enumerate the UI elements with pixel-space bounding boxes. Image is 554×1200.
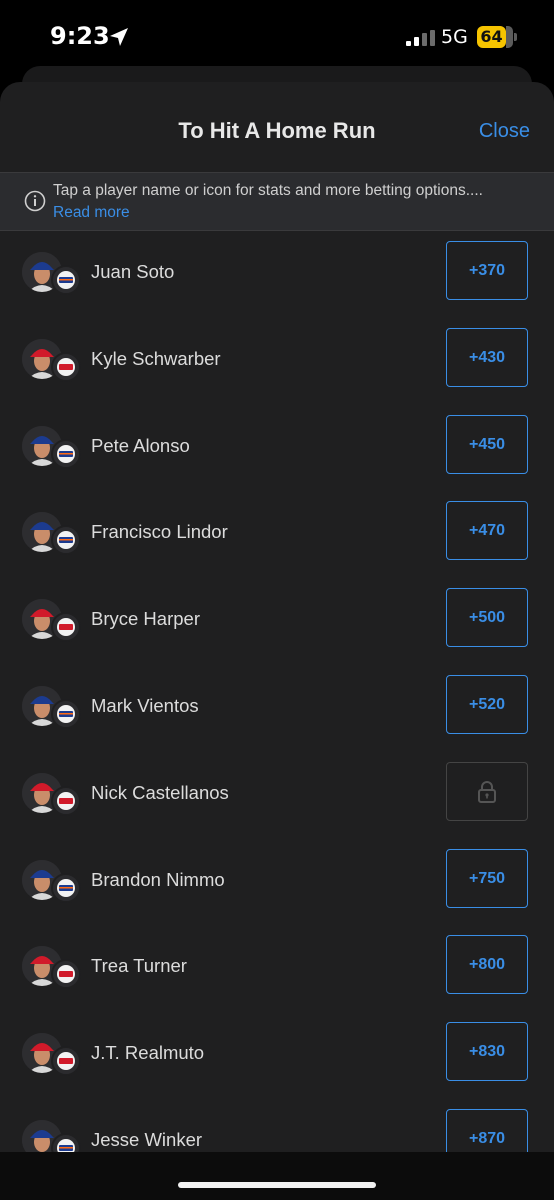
bottom-sheet: To Hit A Home Run Close Tap a player nam… <box>0 82 554 1200</box>
player-row: Pete Alonso +450 <box>0 405 554 492</box>
info-icon <box>24 190 46 212</box>
battery-level: 64 <box>477 26 506 48</box>
odds-button-locked <box>446 761 528 821</box>
team-logo-icon <box>51 525 81 556</box>
odds-button[interactable]: +370 <box>446 241 528 300</box>
player-name[interactable]: Bryce Harper <box>91 608 200 630</box>
sheet-header: To Hit A Home Run Close <box>0 82 554 172</box>
player-row: Trea Turner +800 <box>0 925 554 1012</box>
odds-button[interactable]: +520 <box>446 674 528 734</box>
player-name[interactable]: Mark Vientos <box>91 695 199 717</box>
player-name[interactable]: Juan Soto <box>91 261 174 283</box>
team-logo-icon <box>51 872 81 903</box>
player-avatar[interactable] <box>22 1033 81 1077</box>
team-logo-icon <box>51 959 81 990</box>
player-name[interactable]: Jesse Winker <box>91 1129 202 1151</box>
odds-button[interactable]: +450 <box>446 414 528 474</box>
player-avatar[interactable] <box>22 252 81 296</box>
read-more-link[interactable]: Read more <box>53 204 130 222</box>
odds-button[interactable]: +500 <box>446 588 528 648</box>
player-row: Francisco Lindor +470 <box>0 491 554 578</box>
player-avatar[interactable] <box>22 338 81 383</box>
player-avatar[interactable] <box>22 772 81 817</box>
close-button[interactable]: Close <box>479 120 530 143</box>
info-banner: Tap a player name or icon for stats and … <box>0 172 554 231</box>
home-indicator-area <box>0 1152 554 1200</box>
info-text: Tap a player name or icon for stats and … <box>53 182 483 199</box>
sheet-title: To Hit A Home Run <box>178 118 376 143</box>
player-row: Mark Vientos +520 <box>0 665 554 752</box>
player-name[interactable]: Pete Alonso <box>91 435 190 457</box>
player-avatar[interactable] <box>22 859 81 904</box>
player-row: Nick Castellanos <box>0 752 554 839</box>
location-arrow-icon <box>110 28 128 46</box>
team-logo-icon <box>51 1046 81 1077</box>
player-name[interactable]: Nick Castellanos <box>91 782 229 804</box>
team-logo-icon <box>51 351 81 382</box>
player-row: Brandon Nimmo +750 <box>0 839 554 926</box>
player-avatar[interactable] <box>22 946 81 990</box>
battery-icon: 64 <box>477 26 517 48</box>
status-bar: 9:23 5G 64 <box>0 0 554 72</box>
player-row: J.T. Realmuto +830 <box>0 1012 554 1099</box>
odds-button[interactable]: +830 <box>446 1022 528 1082</box>
player-avatar[interactable] <box>22 599 81 643</box>
team-logo-icon <box>51 265 81 295</box>
player-avatar[interactable] <box>22 425 81 470</box>
team-logo-icon <box>51 612 81 643</box>
player-list: Juan Soto +370 Kyle Schwarber +430 Pete … <box>0 231 554 1186</box>
lock-icon <box>478 780 496 803</box>
player-name[interactable]: Francisco Lindor <box>91 521 228 543</box>
player-avatar[interactable] <box>22 685 81 730</box>
player-name[interactable]: Trea Turner <box>91 955 187 977</box>
player-name[interactable]: J.T. Realmuto <box>91 1042 204 1064</box>
odds-button[interactable]: +430 <box>446 327 528 387</box>
team-logo-icon <box>51 438 81 469</box>
odds-button[interactable]: +470 <box>446 501 528 561</box>
player-row: Juan Soto +370 <box>0 231 554 318</box>
team-logo-icon <box>51 698 81 729</box>
home-indicator[interactable] <box>178 1182 376 1188</box>
player-row: Kyle Schwarber +430 <box>0 318 554 405</box>
player-row: Bryce Harper +500 <box>0 578 554 665</box>
odds-button[interactable]: +800 <box>446 935 528 995</box>
player-name[interactable]: Brandon Nimmo <box>91 869 225 891</box>
player-name[interactable]: Kyle Schwarber <box>91 348 221 370</box>
team-logo-icon <box>51 785 81 816</box>
player-avatar[interactable] <box>22 512 81 556</box>
signal-icon <box>406 30 435 46</box>
network-type: 5G <box>441 26 468 48</box>
clock: 9:23 <box>50 22 110 50</box>
odds-button[interactable]: +750 <box>446 848 528 908</box>
